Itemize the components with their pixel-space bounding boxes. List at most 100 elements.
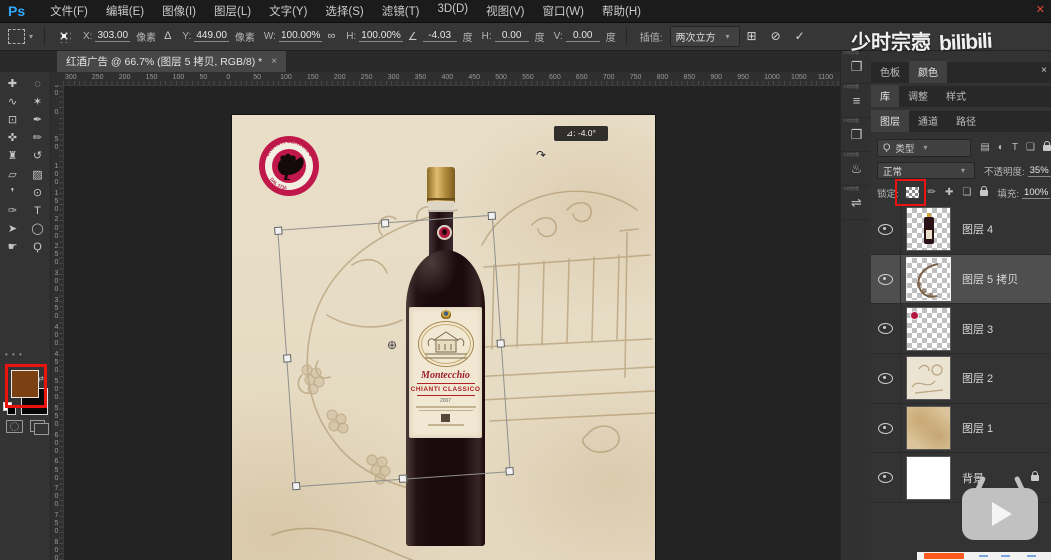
tab-libraries[interactable]: 库 xyxy=(871,85,899,107)
chevron-down-icon[interactable]: ▾ xyxy=(29,32,33,41)
layer-filter-select[interactable]: Ϙ 类型 ▾ xyxy=(877,138,972,157)
layer-row[interactable]: 图层 4 xyxy=(871,205,1051,255)
transform-panel-icon[interactable]: 少时宗悫 ❒ xyxy=(841,118,872,152)
healing-brush-tool-icon[interactable]: ✜ xyxy=(0,130,25,148)
zoom-tool-icon[interactable]: Ϙ xyxy=(25,239,50,257)
vertical-ruler[interactable]: 50 0 50 100 150 200 250 300 350 400 450 500 550 600 65… xyxy=(50,85,64,560)
adjustments-panel-icon[interactable]: 少时宗悫 ≡ xyxy=(841,84,872,118)
tab-styles[interactable]: 样式 xyxy=(937,85,975,107)
move-tool-icon[interactable]: ✚ xyxy=(0,75,25,93)
menu-item[interactable]: 文件(F) xyxy=(41,3,97,19)
eraser-tool-icon[interactable]: ▱ xyxy=(0,166,25,184)
visibility-toggle[interactable] xyxy=(871,354,901,403)
transform-handle[interactable] xyxy=(487,211,497,221)
visibility-toggle[interactable] xyxy=(871,254,901,304)
ruler-origin-corner[interactable] xyxy=(50,72,64,86)
crop-tool-icon[interactable]: ⊡ xyxy=(0,111,25,129)
path-select-tool-icon[interactable]: ➤ xyxy=(0,221,25,239)
transform-handle[interactable] xyxy=(398,474,408,483)
layer-row[interactable]: 图层 2 xyxy=(871,354,1051,404)
opacity-value[interactable]: 35% xyxy=(1027,165,1051,177)
layer-thumbnail[interactable] xyxy=(906,306,951,351)
visibility-toggle[interactable] xyxy=(871,304,901,354)
layer-name[interactable]: 图层 3 xyxy=(962,321,993,337)
tab-close-icon[interactable]: × xyxy=(271,56,277,67)
document-tab[interactable]: 红酒广告 @ 66.7% (图层 5 拷贝, RGB/8) * × xyxy=(57,50,287,72)
angle-input[interactable]: -4.03 xyxy=(422,30,457,42)
y-input[interactable]: 449.00 xyxy=(194,30,229,42)
commit-transform-icon[interactable]: ✓ xyxy=(795,29,805,43)
filter-shape-icon[interactable]: ❏ xyxy=(1026,142,1035,153)
menu-item[interactable]: 3D(D) xyxy=(428,3,477,19)
transform-handle[interactable] xyxy=(496,339,506,348)
tab-channels[interactable]: 通道 xyxy=(909,110,947,132)
layer-thumbnail[interactable] xyxy=(906,406,951,451)
tab-swatches[interactable]: 色板 xyxy=(871,61,909,83)
layer-row[interactable]: 图层 1 xyxy=(871,403,1051,454)
quick-mask-icon[interactable] xyxy=(6,420,23,433)
eyedropper-tool-icon[interactable]: ✒ xyxy=(25,111,50,129)
window-close-icon[interactable]: ✕ xyxy=(1036,3,1045,16)
menu-item[interactable]: 编辑(E) xyxy=(97,3,153,19)
warp-mode-icon[interactable]: ⊞ xyxy=(747,29,757,43)
filter-adjustment-icon[interactable]: ◐ xyxy=(998,142,1004,153)
marquee-tool-icon[interactable]: ◌ xyxy=(25,75,50,93)
blend-mode-select[interactable]: 正常 ▾ xyxy=(877,162,975,179)
pen-tool-icon[interactable]: ✑ xyxy=(0,202,25,220)
menu-item[interactable]: 图像(I) xyxy=(153,3,205,19)
history-brush-tool-icon[interactable]: ↺ xyxy=(25,148,50,166)
w-input[interactable]: 100.00% xyxy=(278,30,323,42)
fill-value[interactable]: 100% xyxy=(1022,187,1051,199)
transform-handle[interactable] xyxy=(291,481,301,491)
x-input[interactable]: 303.00 xyxy=(95,30,131,42)
tab-adjustments[interactable]: 调整 xyxy=(899,85,937,107)
blur-tool-icon[interactable]: ❜ xyxy=(0,184,25,202)
transform-handle[interactable] xyxy=(380,219,390,228)
visibility-toggle[interactable] xyxy=(871,205,901,254)
default-colors-icon[interactable] xyxy=(3,402,16,415)
shape-tool-icon[interactable]: ◯ xyxy=(25,221,50,239)
brushes-panel-icon[interactable]: 少时宗悫 ♨ xyxy=(841,152,872,186)
transform-handle[interactable] xyxy=(274,226,283,236)
layer-row-selected[interactable]: 图层 5 拷贝 xyxy=(871,254,1051,305)
transform-handle[interactable] xyxy=(282,354,292,363)
menu-item[interactable]: 文字(Y) xyxy=(260,3,316,19)
filter-image-icon[interactable]: ▤ xyxy=(980,142,989,153)
lock-all-icon[interactable] xyxy=(980,185,989,196)
menu-item[interactable]: 窗口(W) xyxy=(533,3,593,19)
screen-mode-icon[interactable] xyxy=(30,420,49,435)
layer-thumbnail[interactable] xyxy=(906,356,951,401)
type-tool-icon[interactable]: T xyxy=(25,202,50,220)
relative-position-icon[interactable]: Δ xyxy=(164,30,171,42)
layer-name[interactable]: 图层 5 拷贝 xyxy=(962,271,1018,287)
brush-tool-icon[interactable]: ✏ xyxy=(25,130,50,148)
tab-layers[interactable]: 图层 xyxy=(871,110,909,132)
layer-name[interactable]: 图层 2 xyxy=(962,370,993,386)
menu-item[interactable]: 视图(V) xyxy=(477,3,533,19)
menu-item[interactable]: 图层(L) xyxy=(205,3,260,19)
tab-paths[interactable]: 路径 xyxy=(947,110,985,132)
filter-smart-object-icon[interactable] xyxy=(1043,140,1051,151)
lock-artboard-icon[interactable]: ❏ xyxy=(962,187,971,198)
interpolation-select[interactable]: 两次立方 ▾ xyxy=(669,25,740,47)
visibility-toggle[interactable] xyxy=(871,403,901,453)
edit-toolbar-dots-icon[interactable]: • • • xyxy=(5,350,23,359)
layer-row[interactable]: 图层 3 xyxy=(871,304,1051,355)
menu-item[interactable]: 滤镜(T) xyxy=(373,3,429,19)
clone-stamp-tool-icon[interactable]: ♜ xyxy=(0,148,25,166)
tab-color[interactable]: 颜色 xyxy=(909,61,947,83)
lock-transparent-pixels-icon[interactable] xyxy=(905,187,919,198)
lock-image-pixels-icon[interactable]: ✏ xyxy=(928,187,936,198)
layer-thumbnail[interactable] xyxy=(906,207,951,252)
layer-name[interactable]: 图层 4 xyxy=(962,221,993,237)
transform-handle[interactable] xyxy=(505,466,514,476)
hskew-input[interactable]: 0.00 xyxy=(494,30,529,42)
link-dimensions-icon[interactable]: ∞ xyxy=(327,30,335,42)
swap-colors-icon[interactable]: ⇄ xyxy=(38,375,44,383)
layer-thumbnail[interactable] xyxy=(906,257,951,302)
panel-close-icon[interactable]: × xyxy=(1041,65,1047,76)
vskew-input[interactable]: 0.00 xyxy=(565,30,600,42)
filter-type-icon[interactable]: T xyxy=(1012,142,1018,153)
foreground-color-swatch[interactable] xyxy=(11,370,39,398)
visibility-toggle[interactable] xyxy=(871,453,901,503)
